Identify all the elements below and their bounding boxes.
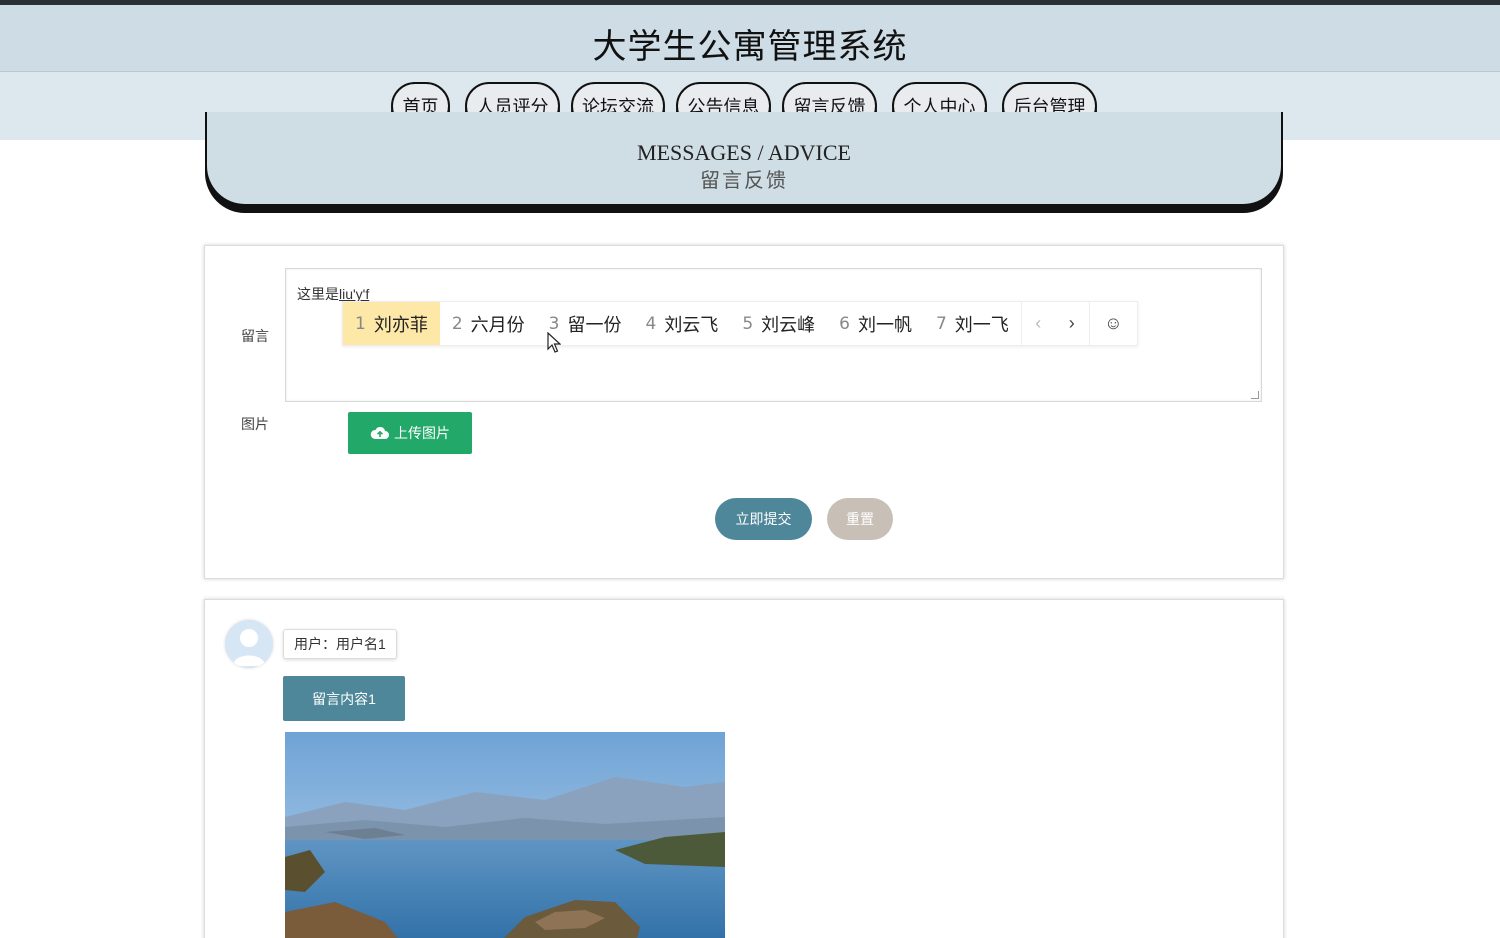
ime-candidate[interactable]: 2 六月份 — [440, 302, 537, 345]
chevron-right-icon[interactable]: › — [1055, 302, 1089, 345]
candidate-number: 3 — [548, 313, 560, 334]
ime-candidate[interactable]: 7 刘一飞 — [924, 302, 1021, 345]
message-label: 留言 — [241, 328, 269, 344]
candidate-text: 刘云飞 — [664, 314, 719, 336]
ime-candidate[interactable]: 5 刘云峰 — [730, 302, 827, 345]
message-text-prefix: 这里是 — [297, 286, 339, 302]
candidate-text: 留一份 — [567, 314, 622, 336]
avatar[interactable] — [225, 620, 273, 668]
message-list-card: 用户：用户名1 留言内容1 — [204, 599, 1284, 938]
image-label: 图片 — [241, 416, 269, 432]
cloud-upload-icon — [370, 426, 389, 439]
user-avatar-icon — [225, 620, 273, 668]
section-banner: MESSAGES / ADVICE 留言反馈 — [205, 112, 1283, 206]
candidate-number: 5 — [742, 313, 754, 334]
submit-button[interactable]: 立即提交 — [715, 498, 812, 540]
candidate-text: 刘一飞 — [954, 314, 1009, 336]
upload-image-label: 上传图片 — [394, 425, 450, 441]
mouse-cursor-icon — [547, 332, 561, 353]
message-textarea[interactable]: 这里是liu'y'f 1 刘亦菲 2 六月份 3 留一份 4 刘云飞 5 刘云峰 6 刘一帆… — [285, 268, 1262, 402]
ime-candidate-bar: 1 刘亦菲 2 六月份 3 留一份 4 刘云飞 5 刘云峰 6 刘一帆 7 刘一飞 ‹ › ☺ — [342, 301, 1138, 346]
banner-title-cn: 留言反馈 — [700, 168, 788, 192]
banner-title-en: MESSAGES / ADVICE — [637, 140, 851, 165]
message-user-tag: 用户：用户名1 — [283, 629, 397, 659]
candidate-number: 7 — [935, 313, 947, 334]
resize-grip-icon[interactable] — [1251, 391, 1259, 399]
ime-candidate[interactable]: 6 刘一帆 — [827, 302, 924, 345]
candidate-number: 1 — [355, 313, 366, 334]
chevron-left-icon[interactable]: ‹ — [1020, 302, 1055, 345]
candidate-text: 刘亦菲 — [373, 314, 428, 336]
candidate-number: 6 — [839, 313, 850, 334]
message-content: 留言内容1 — [283, 676, 405, 721]
message-image[interactable] — [285, 732, 725, 938]
candidate-number: 2 — [451, 313, 463, 334]
candidate-text: 刘云峰 — [761, 314, 816, 336]
reset-button[interactable]: 重置 — [827, 498, 893, 540]
site-title: 大学生公寓管理系统 — [592, 27, 908, 67]
candidate-text: 刘一帆 — [857, 314, 912, 336]
emoji-icon[interactable]: ☺ — [1088, 302, 1137, 345]
message-form: 留言 这里是liu'y'f 1 刘亦菲 2 六月份 3 留一份 4 刘云飞 5 刘云峰 6… — [204, 245, 1284, 579]
ime-candidate[interactable]: 1 刘亦菲 — [343, 302, 440, 345]
candidate-number: 4 — [645, 313, 657, 334]
site-header: 大学生公寓管理系统 — [0, 5, 1500, 72]
ime-candidate[interactable]: 4 刘云飞 — [633, 302, 730, 345]
candidate-text: 六月份 — [470, 314, 525, 336]
message-text-composing: liu'y'f — [339, 286, 370, 302]
upload-image-button[interactable]: 上传图片 — [348, 412, 472, 454]
lake-landscape-image — [285, 732, 725, 938]
